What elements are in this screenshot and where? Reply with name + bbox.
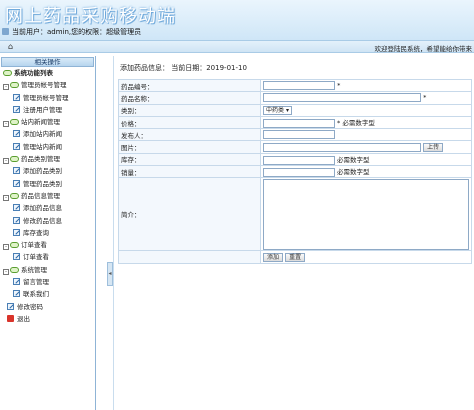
- tree-item-change-password[interactable]: 修改密码: [1, 301, 95, 313]
- upload-button[interactable]: 上传: [423, 142, 444, 152]
- edit-icon: [13, 228, 20, 236]
- tree-item-messages[interactable]: 留言管理: [1, 276, 95, 288]
- tree-item-contact[interactable]: 联系我们: [1, 288, 95, 300]
- page-info: 添加药品信息： 当前日期：2019-01-10: [120, 64, 247, 72]
- tree-item-add-category[interactable]: 添加药品类别: [1, 165, 95, 177]
- sidebar-toggle[interactable]: ◂: [107, 262, 113, 286]
- edit-icon: [13, 290, 20, 298]
- image-label: 图片：: [118, 140, 261, 154]
- tree-item-add-drug[interactable]: 添加药品信息: [1, 202, 95, 214]
- drug-name-input[interactable]: [263, 93, 421, 103]
- category-label: 类别：: [118, 103, 261, 117]
- app-header: 网上药品采购移动端 当前用户：admin,您的权限：超级管理员: [0, 0, 474, 41]
- function-tree: 系统功能列表 - 管理员帐号管理 管理员帐号管理 注册用户管理 - 站内新闻管理 添…: [0, 67, 95, 325]
- app-title: 网上药品采购移动端: [5, 6, 176, 27]
- drug-code-input[interactable]: [263, 81, 335, 91]
- tree-item-manage-category[interactable]: 管理药品类别: [1, 178, 95, 190]
- folder-icon: [10, 82, 19, 89]
- user-info-text: 当前用户：admin,您的权限：超级管理员: [12, 28, 142, 36]
- tree-group-system[interactable]: - 系统管理: [1, 264, 95, 276]
- sales-hint: 必需数字型: [337, 168, 370, 177]
- welcome-text: 欢迎登陆民系统，希望能给你带来: [374, 45, 473, 53]
- sidebar-heading: 相关操作: [1, 57, 94, 67]
- name-label: 药品名称：: [118, 91, 261, 105]
- tree-group-category[interactable]: - 药品类别管理: [1, 153, 95, 165]
- collapse-icon: -: [3, 158, 9, 165]
- form-actions-spacer: [118, 250, 261, 264]
- collapse-icon: -: [3, 84, 9, 91]
- image-path-input[interactable]: [263, 142, 421, 152]
- edit-icon: [13, 216, 20, 224]
- price-label: 价格：: [118, 115, 261, 130]
- edit-icon: [13, 253, 20, 261]
- folder-icon: [10, 119, 19, 126]
- folder-icon: [10, 266, 19, 273]
- stock-input[interactable]: [263, 155, 335, 165]
- tree-root[interactable]: 系统功能列表: [1, 67, 95, 79]
- tree-item-registered-users[interactable]: 注册用户管理: [1, 104, 95, 116]
- folder-icon: [10, 242, 19, 249]
- tree-group-orders[interactable]: - 订单查看: [1, 239, 95, 251]
- home-icon[interactable]: ⌂: [8, 42, 17, 51]
- collapse-icon: -: [3, 244, 9, 251]
- collapse-icon: -: [3, 194, 9, 201]
- sales-input[interactable]: [263, 167, 335, 177]
- user-icon: [2, 28, 9, 35]
- tree-group-news[interactable]: - 站内新闻管理: [1, 116, 95, 128]
- collapse-icon: -: [3, 268, 9, 275]
- edit-icon: [13, 93, 20, 101]
- publisher-label: 发布人：: [118, 128, 261, 142]
- stock-hint: 必需数字型: [337, 156, 370, 165]
- sidebar: 相关操作 系统功能列表 - 管理员帐号管理 管理员帐号管理 注册用户管理 - 站内新…: [0, 56, 96, 410]
- publisher-input[interactable]: [263, 130, 335, 140]
- tree-item-edit-drug[interactable]: 修改药品信息: [1, 215, 95, 227]
- collapse-icon: -: [3, 121, 9, 128]
- tree-item-manage-news[interactable]: 管理站内新闻: [1, 141, 95, 153]
- chevron-down-icon: ▾: [285, 106, 289, 114]
- tree-item-stock-query[interactable]: 库存查询: [1, 227, 95, 239]
- price-hint: * 必需数字型: [337, 119, 375, 128]
- nav-bar: ⌂ 欢迎登陆民系统，希望能给你带来: [0, 41, 474, 53]
- intro-label: 简介：: [118, 177, 261, 252]
- code-label: 药品编号：: [118, 78, 261, 93]
- tree-item-orders[interactable]: 订单查看: [1, 251, 95, 263]
- edit-icon: [13, 167, 20, 175]
- category-select[interactable]: 中药类 ▾: [263, 105, 292, 115]
- edit-icon: [13, 179, 20, 187]
- folder-icon: [10, 156, 19, 163]
- intro-textarea[interactable]: [263, 178, 469, 250]
- tree-item-admin-accounts[interactable]: 管理员帐号管理: [1, 92, 95, 104]
- edit-icon: [13, 105, 20, 113]
- edit-icon: [13, 130, 20, 138]
- tree-item-add-news[interactable]: 添加站内新闻: [1, 128, 95, 140]
- add-button[interactable]: 添加: [263, 252, 284, 262]
- required-mark: *: [337, 81, 341, 90]
- edit-icon: [13, 142, 20, 150]
- reset-button[interactable]: 重置: [285, 252, 306, 262]
- edit-icon: [7, 302, 14, 310]
- required-mark: *: [423, 93, 427, 102]
- folder-icon: [10, 192, 19, 199]
- folder-icon: [3, 70, 12, 76]
- tree-group-admin[interactable]: - 管理员帐号管理: [1, 79, 95, 91]
- panel-divider: [113, 56, 114, 410]
- tree-group-drug-info[interactable]: - 药品信息管理: [1, 190, 95, 202]
- tree-item-logout[interactable]: 退出: [1, 313, 95, 325]
- exit-icon: [7, 314, 14, 322]
- current-user-line: 当前用户：admin,您的权限：超级管理员: [2, 27, 141, 37]
- sales-label: 销量：: [118, 165, 261, 179]
- price-input[interactable]: [263, 118, 335, 128]
- edit-icon: [13, 278, 20, 286]
- add-drug-form: 药品编号： * 药品名称： * 类别： 中药类 ▾ 价格： * 必需数字型 发布…: [118, 78, 472, 264]
- stock-label: 库存：: [118, 152, 261, 167]
- edit-icon: [13, 204, 20, 212]
